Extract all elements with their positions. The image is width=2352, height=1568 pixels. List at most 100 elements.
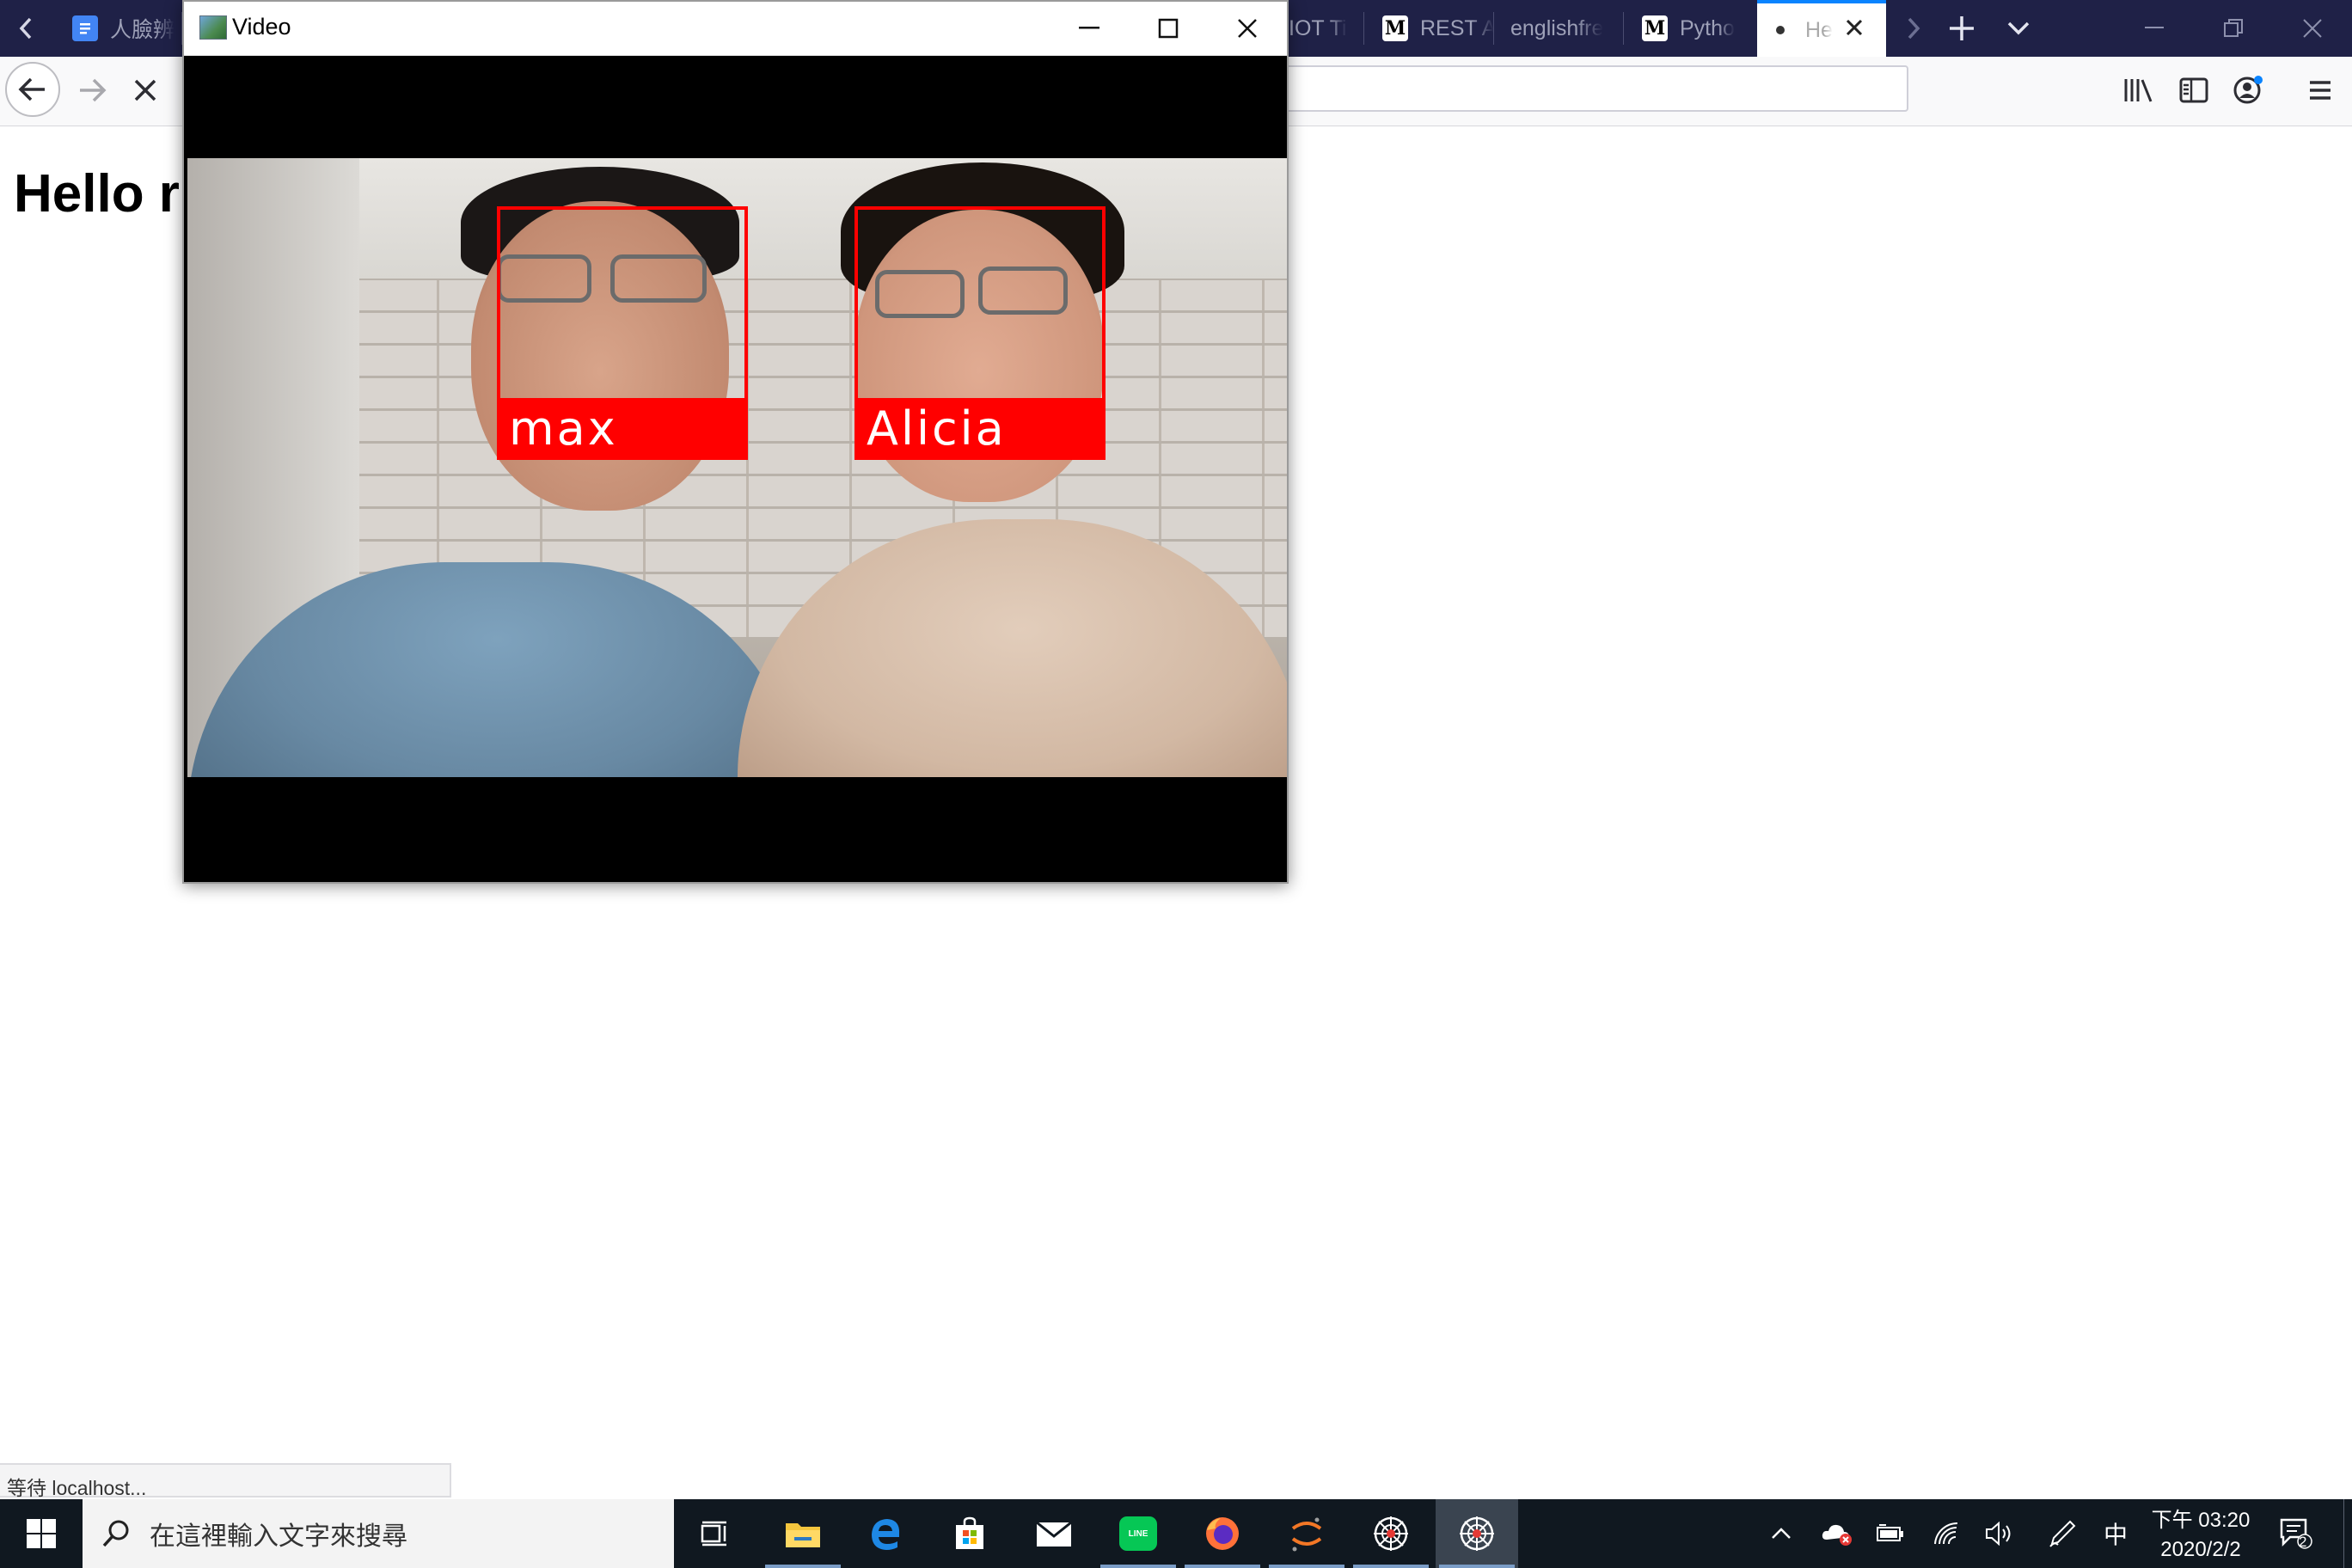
tab-title: He [1805,17,1833,42]
tab-rest[interactable]: M REST A [1365,0,1494,57]
minimize-icon [1079,27,1099,29]
start-button[interactable] [0,1499,83,1568]
close-icon [2303,19,2322,38]
account-icon [2233,76,2263,104]
account-button[interactable] [2226,69,2269,112]
ime-indicator[interactable]: 中 [2092,1499,2139,1568]
file-explorer-icon [786,1523,820,1547]
mail-icon [1036,1521,1072,1547]
onedrive-error-icon [1822,1524,1852,1546]
chevron-down-icon [2007,21,2030,35]
back-button[interactable] [5,62,60,117]
restore-browser-button[interactable] [2194,0,2273,57]
show-desktop-button[interactable] [2343,1499,2352,1568]
tab-title: Pytho [1680,15,1735,40]
stop-loading-button[interactable] [124,69,167,112]
open-menu-button[interactable] [2299,69,2342,112]
volume-button[interactable] [1977,1499,2024,1568]
url-bar[interactable] [1281,65,1908,112]
chevron-up-icon [1772,1528,1791,1539]
taskbar-line[interactable]: LINE [1097,1499,1179,1568]
scroll-tabs-right-button[interactable] [1888,0,1939,57]
taskbar-app-web[interactable] [1350,1499,1432,1568]
taskbar-jupyter[interactable] [1265,1499,1348,1568]
hamburger-menu-icon [2310,81,2331,100]
arrow-right-icon [80,78,107,102]
taskbar-store[interactable] [928,1499,1011,1568]
notification-count: 2 [2299,1534,2307,1550]
minimize-window-button[interactable] [1050,2,1129,55]
onedrive-button[interactable] [1814,1499,1860,1568]
wifi-icon [1934,1522,1958,1545]
face-label-max: max [497,398,748,460]
tab-hello-active[interactable]: He [1757,0,1886,57]
medium-icon: M [1382,15,1408,41]
show-hidden-icons-button[interactable] [1759,1499,1804,1568]
taskbar-mail[interactable] [1013,1499,1095,1568]
jupyter-icon [1291,1517,1322,1552]
arrow-left-icon [18,77,45,101]
minimize-browser-button[interactable] [2115,0,2194,57]
notification-icon [2280,1518,2312,1549]
battery-icon [1877,1524,1903,1541]
tab-englishfre[interactable]: englishfre [1495,0,1624,57]
page-heading: Hello r [14,164,180,224]
close-icon [1238,19,1257,38]
search-placeholder: 在這裡輸入文字來搜尋 [150,1522,407,1551]
sidebar-icon [2179,77,2208,103]
search-icon [101,1519,131,1548]
plus-icon [1950,16,1974,40]
windows-taskbar: 在這裡輸入文字來搜尋 LINE 中 下午 03:20 2020/2/2 2 [0,1499,2352,1568]
spider-web-icon [1374,1516,1408,1551]
battery-button[interactable] [1867,1499,1914,1568]
sidebar-button[interactable] [2172,69,2215,112]
new-tab-button[interactable] [1936,0,1988,57]
taskbar-search-box[interactable]: 在這裡輸入文字來搜尋 [83,1499,674,1568]
minimize-icon [2145,27,2164,28]
camera-frame: max Alicia [187,158,1287,777]
task-view-icon [701,1521,726,1547]
tab-title: englishfre [1510,15,1604,40]
chevron-left-icon [19,17,32,40]
list-all-tabs-button[interactable] [1993,0,2044,57]
taskbar-file-explorer[interactable] [762,1499,844,1568]
pen-workspace-button[interactable] [2039,1499,2086,1568]
tab-title: 人臉辨 [110,18,175,42]
task-view-button[interactable] [674,1499,756,1568]
spider-web-icon [1460,1516,1494,1551]
library-icon [2124,79,2153,102]
face-label-alicia: Alicia [854,398,1106,460]
maximize-icon [1158,18,1179,39]
tab-python[interactable]: M Pytho [1625,0,1755,57]
maximize-window-button[interactable] [1129,2,1208,55]
clock[interactable]: 下午 03:20 2020/2/2 [2141,1506,2261,1565]
firefox-icon [1206,1517,1239,1550]
status-bar: 等待 localhost... [0,1463,451,1499]
window-title: Video [232,14,291,40]
medium-icon: M [1642,15,1668,41]
taskbar-edge[interactable] [844,1499,927,1568]
close-browser-button[interactable] [2273,0,2352,57]
tab-title: REST A [1420,15,1494,40]
tab-docs[interactable]: 人臉辨 [53,0,182,57]
tab-iot[interactable]: IOT Ti [1289,0,1364,57]
store-icon [956,1516,983,1549]
close-window-button[interactable] [1208,2,1287,55]
video-window-titlebar[interactable]: Video [184,2,1287,56]
taskbar-firefox[interactable] [1181,1499,1264,1568]
line-icon: LINE [1119,1516,1157,1551]
google-docs-icon [72,15,98,41]
pen-icon [2049,1520,2076,1547]
action-center-button[interactable]: 2 [2269,1499,2324,1568]
windows-logo-icon [27,1519,56,1548]
clock-time: 下午 03:20 [2151,1509,2251,1532]
scroll-tabs-left-button[interactable] [0,0,52,57]
video-window: Video max Alicia [182,0,1289,884]
tab-title: IOT Ti [1289,15,1347,40]
forward-button[interactable] [70,69,113,112]
network-button[interactable] [1924,1499,1970,1568]
close-tab-icon[interactable] [1845,18,1864,43]
library-button[interactable] [2117,69,2160,112]
speaker-icon [1986,1521,2011,1547]
taskbar-app-web-active[interactable] [1436,1499,1518,1568]
